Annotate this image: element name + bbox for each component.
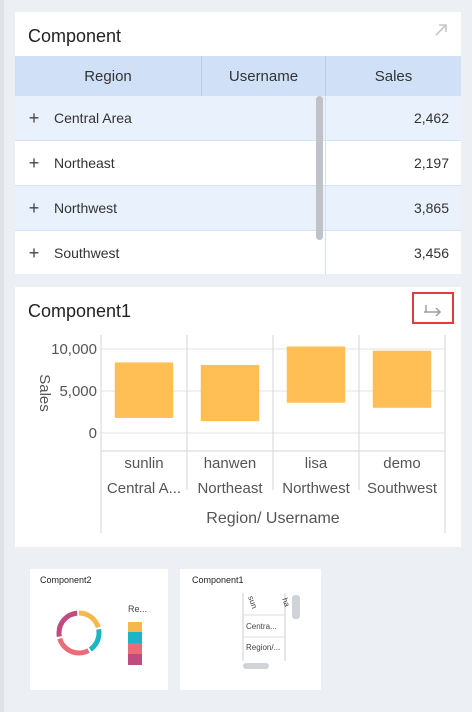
y-axis-label: Sales <box>36 374 53 412</box>
legend-swatch <box>128 654 142 665</box>
x-tick-label-username: sunlin <box>124 455 163 472</box>
table-header: Region Username Sales <box>15 56 461 96</box>
thumbnail-component2[interactable]: Component2 Re... <box>30 569 168 690</box>
y-tick-label: 5,000 <box>59 383 97 400</box>
donut-thumbnail: Re... <box>56 604 147 665</box>
bar <box>114 362 174 418</box>
expand-icon[interactable]: + <box>25 244 43 262</box>
switch-chart-icon[interactable] <box>422 301 446 317</box>
bar-chart: 10,000 5,000 0 Sales sunlin Central A... hanwe… <box>36 335 446 533</box>
card-title: Component <box>28 26 122 46</box>
table-row[interactable]: + Central Area 2,462 <box>15 96 461 141</box>
thumbnail-hscrollbar <box>243 663 269 669</box>
y-tick-label: 0 <box>89 425 97 442</box>
x-tick-label-username: hanwen <box>204 455 257 472</box>
expand-icon[interactable]: + <box>25 154 43 172</box>
x-axis-label: Region/ Username <box>206 510 340 527</box>
table-body: + Central Area 2,462 + Northeast 2,197 + No… <box>15 96 461 274</box>
bar <box>286 346 346 403</box>
column-header-username[interactable]: Username <box>202 56 326 96</box>
bar <box>200 364 260 422</box>
x-tick-label-username: demo <box>383 455 421 472</box>
expand-icon[interactable]: + <box>25 109 43 127</box>
legend-swatch <box>128 643 142 654</box>
switch-chart-button[interactable] <box>412 292 454 324</box>
x-tick-label-region: Central A... <box>107 480 181 497</box>
region-cell: Northwest <box>54 200 118 216</box>
username-cell <box>202 141 326 185</box>
legend-label: Re... <box>128 604 147 614</box>
left-edge-rule <box>0 0 4 712</box>
thumbnail-scrollbar <box>292 595 300 619</box>
sales-cell: 2,197 <box>413 155 449 171</box>
region-cell: Northeast <box>54 155 115 171</box>
thumbnail-label: Region/... <box>246 643 280 652</box>
table-row[interactable]: + Northwest 3,865 <box>15 186 461 231</box>
x-tick-label-region: Northeast <box>197 480 263 497</box>
thumbnail-label: ha <box>280 597 292 609</box>
chart-component-card: Component1 10,000 5,000 0 Sales sunlin Centra… <box>15 287 461 547</box>
column-header-sales[interactable]: Sales <box>326 56 461 96</box>
sales-cell: 3,865 <box>413 200 449 216</box>
table-thumbnail: sun ha Centra... Region/... <box>242 593 300 669</box>
x-tick-label-username: lisa <box>305 455 328 472</box>
card-title: Component1 <box>28 301 132 321</box>
thumbnail-component1[interactable]: Component1 sun ha Centra... Region/... <box>180 569 321 690</box>
region-cell: Central Area <box>54 110 132 126</box>
thumbnail-label: Centra... <box>246 622 277 631</box>
expand-icon[interactable]: + <box>25 199 43 217</box>
username-cell <box>202 186 326 230</box>
open-in-new-icon[interactable] <box>433 22 449 38</box>
table-component-card: Component Region Username Sales + Central… <box>15 12 461 274</box>
bar <box>372 350 432 408</box>
sales-cell: 3,456 <box>413 245 449 261</box>
username-cell <box>202 96 326 140</box>
table-row[interactable]: + Northeast 2,197 <box>15 141 461 186</box>
y-tick-label: 10,000 <box>51 341 97 358</box>
column-header-region[interactable]: Region <box>15 56 202 96</box>
sales-cell: 2,462 <box>413 110 449 126</box>
legend-swatch <box>128 622 142 632</box>
x-tick-label-region: Northwest <box>282 480 350 497</box>
username-cell <box>202 231 326 274</box>
table-scrollbar[interactable] <box>316 96 323 240</box>
legend-swatch <box>128 632 142 643</box>
region-cell: Southwest <box>54 245 120 261</box>
table-row[interactable]: + Southwest 3,456 <box>15 231 461 274</box>
x-tick-label-region: Southwest <box>367 480 438 497</box>
thumbnail-label: sun <box>246 595 259 610</box>
